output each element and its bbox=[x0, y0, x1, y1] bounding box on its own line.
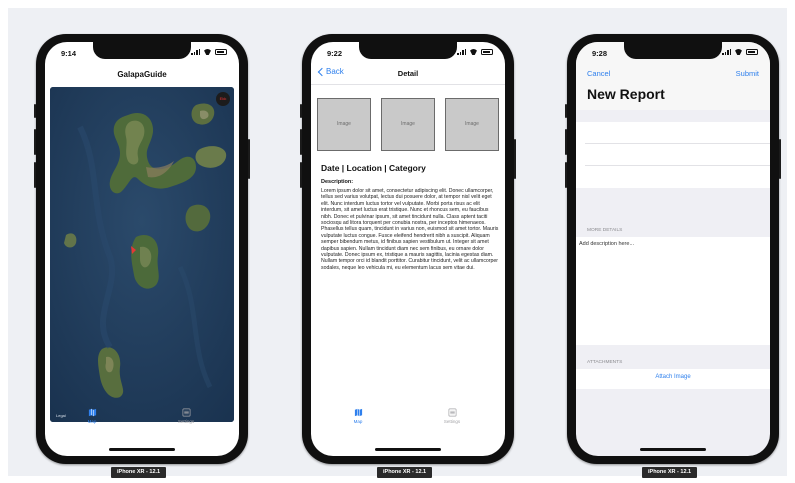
satellite-map[interactable]: Ekk Legal bbox=[50, 87, 234, 422]
simulator-canvas: 9:14 GalapaGuide Ekk Legal Map Settings … bbox=[8, 8, 787, 478]
tab-map[interactable]: Map bbox=[67, 408, 117, 424]
device-label: iPhone XR - 12.1 bbox=[642, 467, 698, 478]
page-title: New Report bbox=[587, 86, 665, 102]
notch bbox=[359, 42, 457, 59]
detail-heading: Date | Location | Category bbox=[321, 163, 426, 173]
mute-switch bbox=[34, 104, 36, 118]
image-placeholder[interactable]: Image bbox=[381, 98, 435, 151]
wifi-icon bbox=[469, 49, 478, 55]
device-label: iPhone XR - 12.1 bbox=[111, 467, 167, 478]
tab-label: Map bbox=[87, 419, 97, 424]
section-header-more-details: MORE DETAILS bbox=[587, 228, 623, 233]
form-field[interactable] bbox=[576, 144, 770, 165]
power-button bbox=[514, 139, 516, 179]
volume-up-button bbox=[565, 129, 567, 155]
galapagos-islands-graphic bbox=[50, 87, 234, 422]
cancel-button[interactable]: Cancel bbox=[587, 69, 610, 78]
image-placeholder[interactable]: Image bbox=[445, 98, 499, 151]
attachments-group: Attach Image bbox=[576, 369, 770, 389]
screen-detail: 9:22 Back Detail Image Image Image Date … bbox=[311, 42, 505, 456]
iphone-frame-new-report: 9:28 Cancel Submit New Report MORE DETAI… bbox=[565, 34, 781, 464]
tab-label: Settings bbox=[177, 419, 195, 424]
description-label: Description: bbox=[321, 179, 354, 185]
power-button bbox=[248, 139, 250, 179]
nav-title: Detail bbox=[397, 69, 419, 78]
mute-switch bbox=[565, 104, 567, 118]
description-text: Lorem ipsum dolor sit amet, consectetur … bbox=[321, 188, 499, 271]
tab-map[interactable]: Map bbox=[333, 408, 383, 424]
home-indicator[interactable] bbox=[640, 448, 706, 451]
form-fields-group bbox=[576, 122, 770, 188]
tab-settings[interactable]: Settings bbox=[161, 408, 211, 424]
battery-icon bbox=[215, 48, 227, 55]
form-field[interactable] bbox=[576, 122, 770, 143]
attach-image-button[interactable]: Attach Image bbox=[576, 374, 770, 380]
volume-down-button bbox=[300, 162, 302, 188]
home-indicator[interactable] bbox=[375, 448, 441, 451]
screen-new-report: 9:28 Cancel Submit New Report MORE DETAI… bbox=[576, 42, 770, 456]
tab-bar: Map Settings bbox=[311, 406, 505, 436]
tab-bar: Map Settings bbox=[45, 406, 239, 436]
map-icon bbox=[88, 408, 96, 417]
status-time: 9:28 bbox=[592, 49, 608, 58]
status-time: 9:22 bbox=[327, 49, 343, 58]
form-field[interactable] bbox=[576, 166, 770, 188]
volume-down-button bbox=[565, 162, 567, 188]
wifi-icon bbox=[203, 49, 212, 55]
settings-icon bbox=[448, 408, 456, 417]
volume-down-button bbox=[34, 162, 36, 188]
nav-divider bbox=[311, 84, 505, 85]
volume-up-button bbox=[34, 129, 36, 155]
notch bbox=[93, 42, 191, 59]
notch bbox=[624, 42, 722, 59]
tab-label: Settings bbox=[443, 419, 461, 424]
description-placeholder: Add description here... bbox=[579, 241, 635, 247]
home-indicator[interactable] bbox=[109, 448, 175, 451]
mute-switch bbox=[300, 104, 302, 118]
wifi-icon bbox=[734, 49, 743, 55]
battery-icon bbox=[481, 48, 493, 55]
signal-icon bbox=[191, 48, 200, 55]
iphone-frame-detail: 9:22 Back Detail Image Image Image Date … bbox=[300, 34, 516, 464]
screen-map: 9:14 GalapaGuide Ekk Legal Map Settings bbox=[45, 42, 239, 456]
device-label: iPhone XR - 12.1 bbox=[377, 467, 433, 478]
status-time: 9:14 bbox=[61, 49, 77, 58]
description-field[interactable]: Add description here... bbox=[576, 237, 770, 345]
settings-icon bbox=[182, 408, 190, 417]
signal-icon bbox=[722, 48, 731, 55]
map-icon bbox=[354, 408, 362, 417]
iphone-frame-map: 9:14 GalapaGuide Ekk Legal Map Settings bbox=[34, 34, 250, 464]
section-header-attachments: ATTACHMENTS bbox=[587, 360, 623, 365]
nav-title: GalapaGuide bbox=[117, 70, 167, 79]
image-placeholder[interactable]: Image bbox=[317, 98, 371, 151]
tab-label: Map bbox=[353, 419, 363, 424]
battery-icon bbox=[746, 48, 758, 55]
compass-icon[interactable]: Ekk bbox=[216, 92, 230, 106]
power-button bbox=[779, 139, 781, 179]
signal-icon bbox=[457, 48, 466, 55]
volume-up-button bbox=[300, 129, 302, 155]
tab-settings[interactable]: Settings bbox=[427, 408, 477, 424]
submit-button[interactable]: Submit bbox=[736, 69, 759, 78]
